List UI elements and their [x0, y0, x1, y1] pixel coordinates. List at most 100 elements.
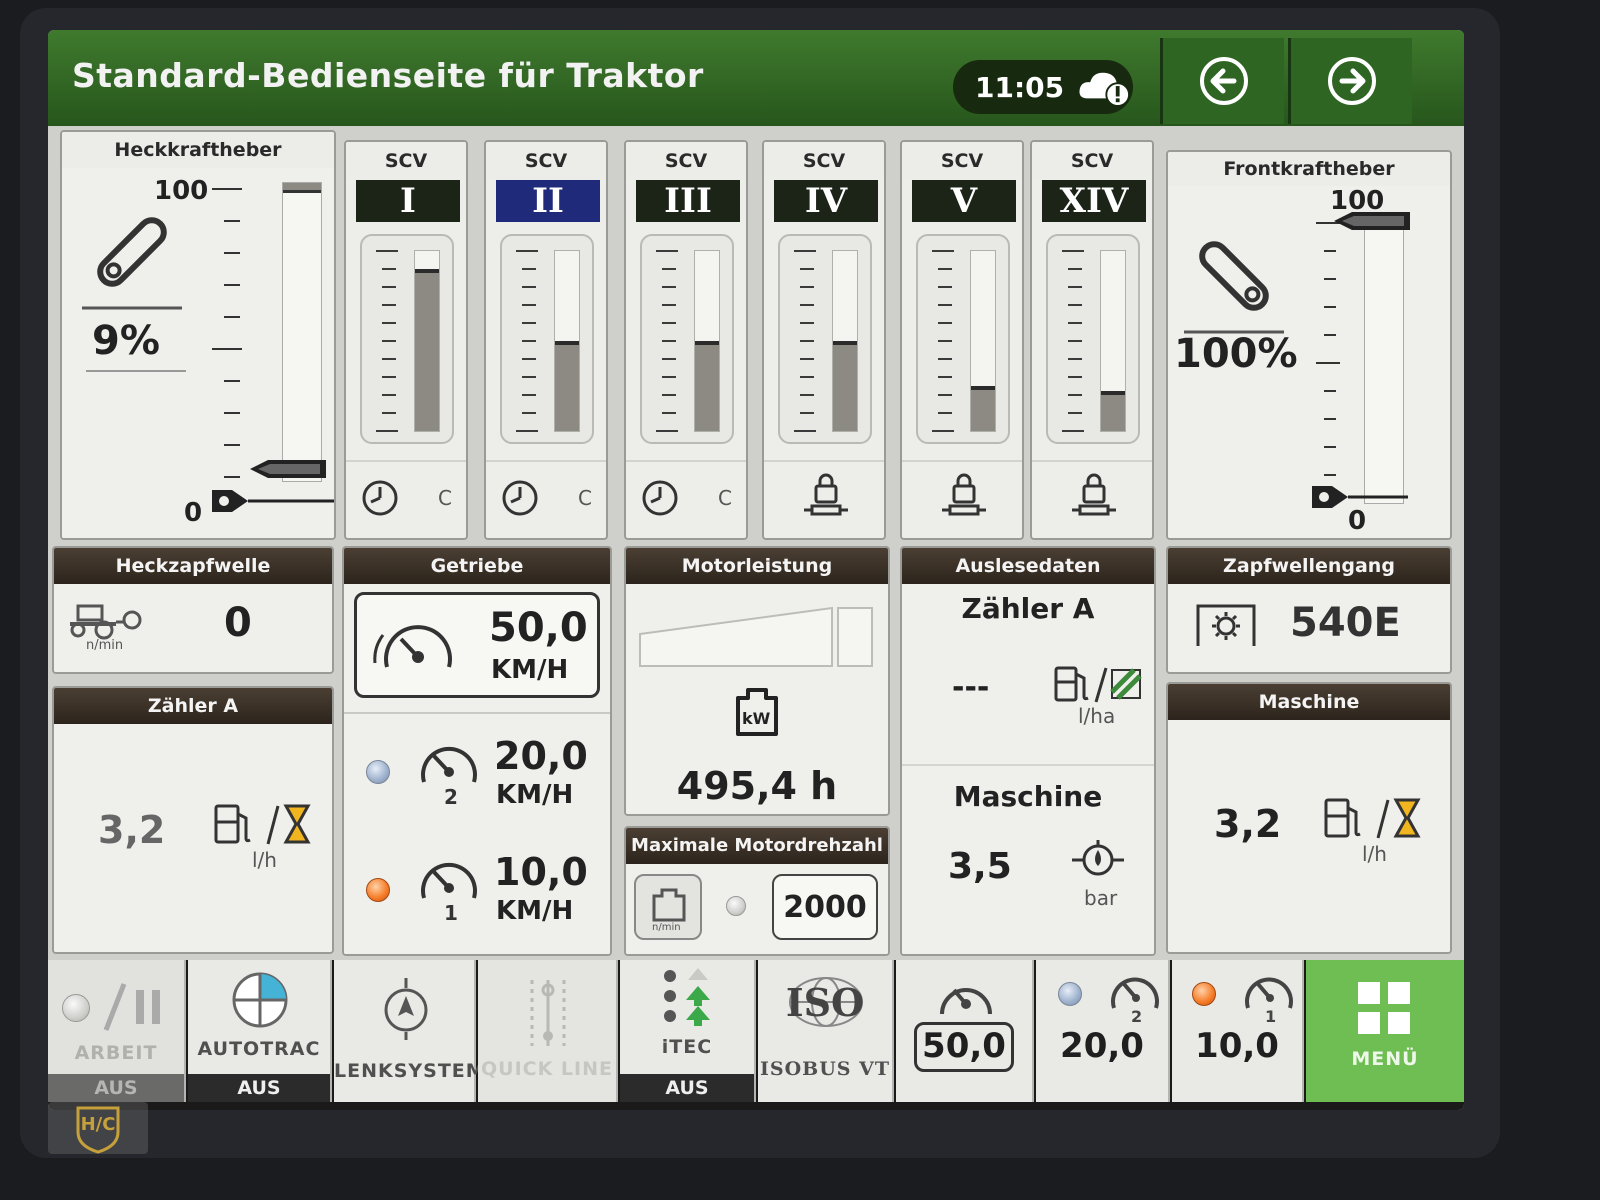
engine-load-bar — [639, 606, 873, 667]
isobus-label: ISOBUS VT — [759, 1058, 890, 1080]
svg-text:2: 2 — [444, 785, 458, 806]
preset-2-indicator — [1058, 982, 1082, 1006]
scv-column[interactable]: SCV I C — [344, 140, 468, 540]
scv-flow-gauge — [360, 234, 454, 444]
quick-line-button[interactable]: QUICK LINE — [478, 960, 618, 1102]
itec-sequence-icon — [664, 968, 710, 1026]
transmission-panel[interactable]: Getriebe 50,0 KM/H 2 20,0 KM/H 1 10,0 KM… — [342, 546, 612, 956]
speed-preset-2-button[interactable]: 2 20,0 — [1036, 960, 1170, 1102]
hitch-arm-icon — [82, 217, 182, 310]
readout-counter-value: --- — [952, 670, 990, 705]
preset-1-speed: 10,0 — [494, 850, 588, 894]
scv-numeral: II — [496, 180, 600, 222]
status-clock[interactable]: 11:05 — [953, 60, 1133, 114]
scv-flow-level — [971, 386, 995, 431]
svg-text:1: 1 — [444, 901, 458, 922]
itec-button[interactable]: iTEC AUS — [620, 960, 756, 1102]
max-rpm-value: 2000 — [783, 890, 867, 925]
menu-grid-icon — [1358, 982, 1410, 1034]
counter-a-panel[interactable]: Zähler A 3,2 l/h — [52, 686, 334, 954]
max-rpm-value-box[interactable]: 2000 — [772, 874, 878, 940]
scv-flow-gauge — [778, 234, 872, 444]
scv-column[interactable]: SCV IV — [762, 140, 886, 540]
rear-hitch-scale-min: 0 — [184, 498, 203, 528]
scv-mode-area[interactable]: C — [346, 460, 466, 530]
rear-pto-title: Heckzapfwelle — [54, 548, 332, 584]
bottom-shortcut-bar: ARBEIT AUS AUTOTRAC AUS LENKSYSTEM QUICK… — [48, 960, 1464, 1110]
timer-icon — [502, 480, 538, 516]
speedometer-icon — [940, 988, 992, 1015]
isobus-vt-button[interactable]: ISO ISOBUS VT — [758, 960, 894, 1102]
rear-hitch-title: Heckkraftheber — [62, 132, 334, 168]
front-hitch-position-marker — [1312, 486, 1408, 508]
current-speed-value: 50,0 — [489, 605, 588, 651]
front-hitch-panel[interactable]: Frontkraftheber 100% 100 0 — [1166, 150, 1452, 540]
speedometer-1-icon: 1 — [1245, 977, 1293, 1024]
engine-power-title: Motorleistung — [626, 548, 888, 584]
scv-label: SCV — [486, 142, 606, 180]
scv-numeral: IV — [774, 180, 878, 222]
rpm-indicator — [726, 896, 746, 916]
speed-preset-1-button[interactable]: 1 10,0 — [1172, 960, 1304, 1102]
scv-label: SCV — [346, 142, 466, 180]
scv-column[interactable]: SCV XIV — [1030, 140, 1154, 540]
speedometer-2-icon: 2 — [421, 746, 477, 806]
back-button[interactable] — [1160, 38, 1284, 124]
front-hitch-percent: 100% — [1174, 331, 1298, 377]
machine-panel[interactable]: Maschine 3,2 l/h — [1166, 682, 1452, 954]
header-bar: Standard-Bedienseite für Traktor 11:05 — [48, 30, 1464, 126]
max-rpm-title: Maximale Motordrehzahl — [626, 828, 888, 864]
scv-mode-suffix: C — [578, 486, 592, 510]
rear-hitch-panel[interactable]: Heckkraftheber 9% 100 0 — [60, 130, 336, 540]
scv-mode-area[interactable] — [764, 460, 884, 530]
rear-hitch-track — [282, 182, 322, 482]
pto-gear-value: 540E — [1290, 600, 1401, 646]
scv-flow-gauge — [916, 234, 1010, 444]
readout-machine-value: 3,5 — [948, 846, 1012, 887]
scv-column[interactable]: SCV III C — [624, 140, 748, 540]
pto-gear-panel[interactable]: Zapfwellengang 540E — [1166, 546, 1452, 674]
scv-column[interactable]: SCV II C — [484, 140, 608, 540]
scv-numeral: XIV — [1042, 180, 1146, 222]
scv-mode-area[interactable]: C — [626, 460, 746, 530]
speedometer-1-icon: 1 — [421, 862, 477, 922]
scv-flow-level — [695, 341, 719, 431]
rpm-mode-button[interactable]: n/min — [634, 874, 702, 940]
scv-mode-area[interactable] — [902, 460, 1022, 530]
preset-1-indicator — [1192, 982, 1216, 1006]
front-hitch-setpoint-marker — [1334, 212, 1410, 230]
scv-numeral: V — [912, 180, 1016, 222]
current-speed-display[interactable]: 50,0 KM/H — [354, 592, 600, 698]
rear-pto-panel[interactable]: Heckzapfwelle n/min 0 — [52, 546, 334, 674]
speed-preset-2-value: 20,0 — [1060, 1026, 1144, 1066]
work-toggle-button[interactable]: ARBEIT AUS — [48, 960, 186, 1102]
scv-column[interactable]: SCV V — [900, 140, 1024, 540]
scv-mode-suffix: C — [438, 486, 452, 510]
autotrac-button[interactable]: AUTOTRAC AUS — [188, 960, 332, 1102]
scv-mode-area[interactable] — [1032, 460, 1152, 530]
scv-label: SCV — [764, 142, 884, 180]
scv-numeral: III — [636, 180, 740, 222]
forward-button[interactable] — [1288, 38, 1412, 124]
front-hitch-title: Frontkraftheber — [1168, 152, 1450, 186]
steering-system-button[interactable]: LENKSYSTEM — [334, 960, 485, 1102]
menu-button[interactable]: MENÜ — [1306, 960, 1464, 1102]
counter-a-value: 3,2 — [98, 808, 166, 852]
svg-text:n/min: n/min — [652, 922, 681, 932]
transmission-title: Getriebe — [344, 548, 610, 584]
max-rpm-panel[interactable]: Maximale Motordrehzahl n/min 2000 — [624, 826, 890, 956]
autotrac-state: AUS — [188, 1074, 330, 1102]
scv-label: SCV — [902, 142, 1022, 180]
itec-state: AUS — [620, 1074, 754, 1102]
quick-line-icon — [530, 980, 566, 1046]
rear-pto-value: 0 — [224, 600, 252, 646]
speed-current-value: 50,0 — [922, 1026, 1006, 1066]
scv-mode-suffix: C — [718, 486, 732, 510]
scv-mode-area[interactable]: C — [486, 460, 606, 530]
fuel-per-area-icon — [1054, 666, 1142, 703]
speed-current-button[interactable]: 50,0 — [896, 960, 1034, 1102]
machine-title: Maschine — [1168, 684, 1450, 720]
menu-label: MENÜ — [1351, 1048, 1419, 1070]
engine-power-panel[interactable]: Motorleistung kW 495,4 h — [624, 546, 890, 816]
readout-panel[interactable]: Auslesedaten Zähler A --- l/ha Maschine … — [900, 546, 1156, 956]
